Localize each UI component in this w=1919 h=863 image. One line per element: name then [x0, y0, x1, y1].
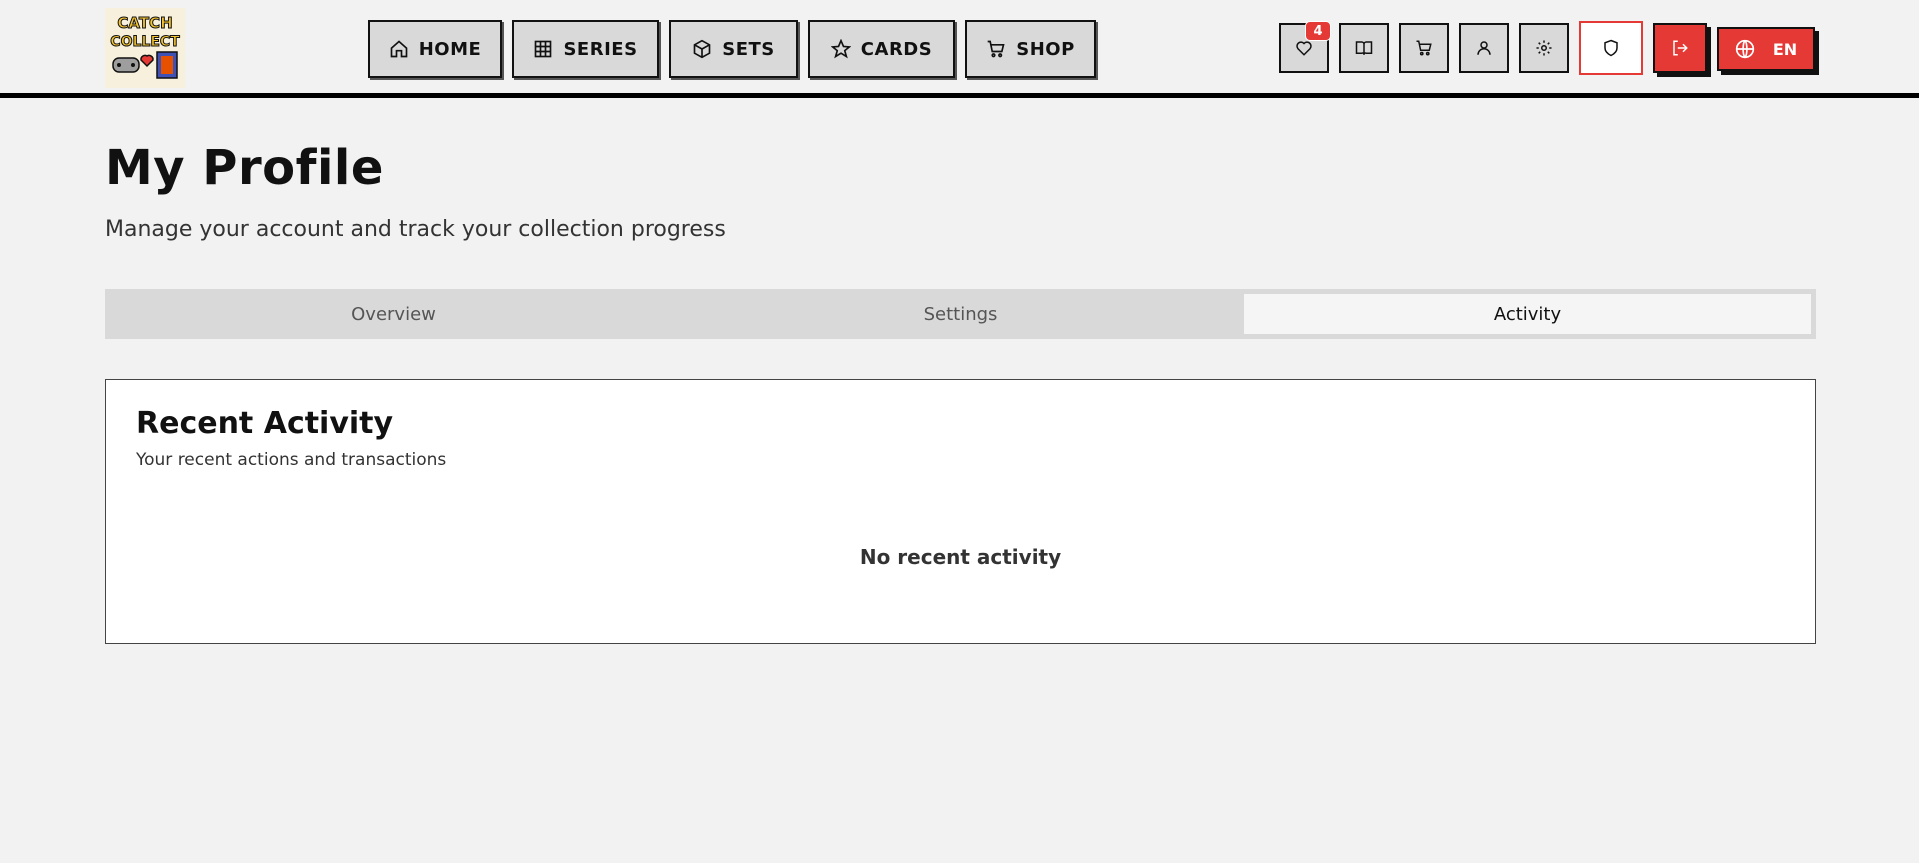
- language-label: EN: [1772, 39, 1798, 59]
- home-icon: [390, 40, 408, 58]
- box-icon: [693, 39, 711, 59]
- grid-icon: [535, 40, 552, 58]
- shield-icon: [1604, 39, 1618, 57]
- nav-shop-button[interactable]: SHOP: [965, 20, 1096, 78]
- svg-text:COLLECT: COLLECT: [110, 34, 180, 50]
- logout-icon: [1673, 40, 1688, 56]
- recent-activity-card: Recent Activity Your recent actions and …: [105, 379, 1816, 644]
- nav-sets-label: SETS: [722, 38, 775, 60]
- profile-button[interactable]: [1459, 23, 1509, 73]
- star-icon: [830, 39, 851, 59]
- profile-tabs: Overview Settings Activity: [105, 289, 1816, 339]
- logout-button[interactable]: [1653, 23, 1707, 73]
- page-subtitle: Manage your account and track your colle…: [105, 217, 726, 242]
- recent-activity-description: Your recent actions and transactions: [136, 450, 447, 470]
- cart-icon: [1416, 40, 1432, 56]
- main-nav: HOME SERIES SETS CARDS SHOP: [368, 20, 1096, 78]
- wishlist-count-badge: 4: [1305, 21, 1331, 41]
- gear-icon: [1536, 40, 1552, 56]
- tab-settings[interactable]: Settings: [677, 294, 1244, 334]
- collection-button[interactable]: [1339, 23, 1389, 73]
- tab-overview[interactable]: Overview: [110, 294, 677, 334]
- nav-shop-label: SHOP: [1016, 38, 1075, 60]
- heart-icon: [1296, 41, 1312, 56]
- brand-logo[interactable]: CATCH COLLECT: [105, 8, 185, 88]
- book-icon: [1355, 41, 1373, 55]
- nav-home-label: HOME: [418, 38, 482, 60]
- language-button[interactable]: EN: [1717, 27, 1815, 71]
- nav-cards-label: CARDS: [860, 38, 933, 60]
- nav-cards-button[interactable]: CARDS: [808, 20, 955, 78]
- globe-icon: [1735, 39, 1754, 59]
- user-icon: [1477, 41, 1491, 55]
- site-header: CATCH COLLECT HOME SERIES SETS CARDS SHO…: [0, 0, 1919, 98]
- nav-sets-button[interactable]: SETS: [669, 20, 798, 78]
- nav-series-button[interactable]: SERIES: [512, 20, 659, 78]
- svg-text:CATCH: CATCH: [117, 14, 172, 32]
- logo-image: CATCH COLLECT: [105, 8, 185, 88]
- admin-button[interactable]: [1579, 21, 1643, 75]
- nav-home-button[interactable]: HOME: [368, 20, 502, 78]
- page-title: My Profile: [105, 140, 384, 196]
- wishlist-button[interactable]: 4: [1279, 21, 1331, 73]
- cart-icon: [987, 40, 1005, 58]
- recent-activity-title: Recent Activity: [136, 406, 394, 441]
- settings-button[interactable]: [1519, 23, 1569, 73]
- empty-activity-message: No recent activity: [859, 545, 1062, 569]
- tab-activity[interactable]: Activity: [1244, 294, 1811, 334]
- nav-series-label: SERIES: [563, 38, 638, 60]
- header-actions: 4 EN: [1279, 21, 1815, 75]
- cart-button[interactable]: [1399, 23, 1449, 73]
